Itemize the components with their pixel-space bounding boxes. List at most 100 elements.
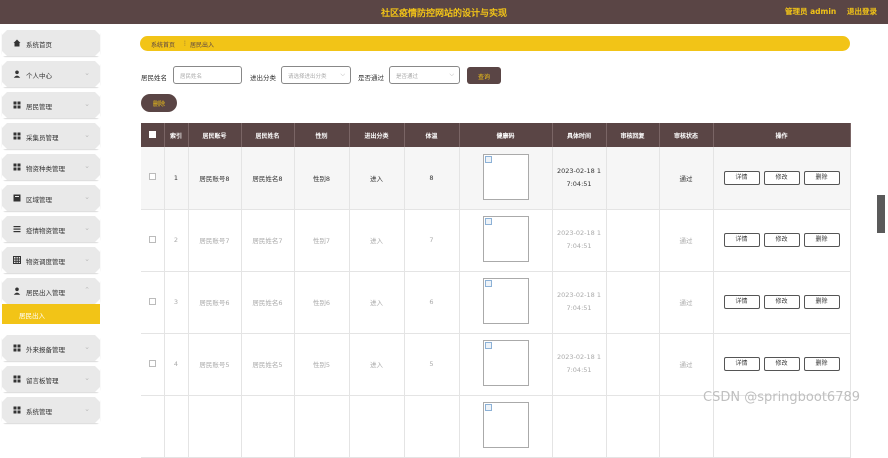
sidebar-item-label: 外来报备管理 (26, 346, 65, 354)
chevron-down-icon: ⌵ (340, 71, 345, 78)
breadcrumb-root[interactable]: 系统首页 (151, 40, 175, 49)
column-header: 居民姓名 (241, 123, 295, 147)
sidebar-item[interactable]: 疫情物资管理 ⌄ (2, 216, 100, 242)
edit-button[interactable]: 修改 (763, 170, 800, 185)
health-code-image (482, 153, 529, 200)
chevron-down-icon: ⌄ (84, 100, 90, 108)
sidebar-item[interactable]: 留言板管理 ⌄ (2, 366, 100, 392)
row-checkbox[interactable] (148, 297, 156, 305)
sidebar-item[interactable]: 个人中心 ⌄ (2, 61, 100, 87)
health-code-image (482, 340, 529, 386)
table-row[interactable]: 3 居民账号6 居民姓名6 性别6 进入 6 2023-02-18 1 7:04:51 通过 详情… (141, 271, 851, 334)
table-row[interactable]: 2 居民账号7 居民姓名7 性别7 进入 7 2023-02-18 1 7:04:51 通过 详情… (141, 209, 851, 272)
time-clock: 7:04:51 (566, 304, 592, 312)
sidebar-item[interactable]: 系统管理 ⌄ (2, 397, 100, 423)
select-all-header[interactable] (141, 123, 165, 147)
sidebar-item-label: 居民管理 (26, 103, 52, 111)
edit-button[interactable]: 修改 (763, 233, 800, 247)
row-select-cell (141, 395, 165, 458)
time-date: 2023-02-18 1 (557, 291, 601, 299)
chevron-down-icon: ⌄ (84, 162, 90, 170)
detail-button[interactable]: 详情 (723, 170, 760, 185)
sidebar-item-label: 物资调度管理 (26, 258, 65, 266)
breadcrumb-current: 居民出入 (190, 42, 215, 49)
type-select[interactable]: 请选择进出分类 ⌵ (281, 66, 351, 84)
actions-cell: 详情 修改 删除 (713, 147, 851, 210)
account-cell: 居民账号7 (188, 209, 242, 272)
scrollbar-thumb[interactable] (877, 195, 885, 233)
search-button[interactable]: 查询 (467, 67, 501, 84)
name-cell (241, 395, 295, 458)
sidebar-subitem-active[interactable]: 居民出入 (2, 304, 100, 324)
logout-link[interactable]: 退出登录 (847, 6, 877, 17)
reply-cell (606, 395, 660, 458)
grid-icon (13, 344, 21, 352)
row-checkbox[interactable] (148, 235, 156, 243)
sidebar-item[interactable]: 物资种类管理 ⌄ (2, 154, 100, 180)
delete-button[interactable]: 删除 (803, 357, 840, 371)
temperature-cell: 8 (404, 147, 460, 210)
table-row[interactable]: 1 居民账号8 居民姓名8 性别8 进入 8 2023-02-18 1 7:04:51 通过 详情… (141, 147, 851, 210)
column-header: 性别 (294, 123, 350, 147)
column-header: 操作 (713, 123, 851, 147)
sidebar-item[interactable]: 系统首页 (2, 30, 100, 56)
detail-button[interactable]: 详情 (723, 295, 760, 309)
sidebar-item-label: 留言板管理 (26, 377, 59, 385)
index-cell: 3 (164, 271, 189, 334)
type-cell: 进入 (349, 147, 405, 210)
select-all-checkbox[interactable] (148, 130, 156, 138)
sidebar-item[interactable]: 居民管理 ⌄ (2, 92, 100, 118)
sidebar-item[interactable]: 物资调度管理 ⌄ (2, 247, 100, 273)
pass-placeholder: 是否通过 (396, 74, 419, 80)
row-checkbox[interactable] (148, 173, 156, 181)
time-clock: 7:04:51 (566, 366, 592, 374)
name-input[interactable]: 居民姓名 (173, 66, 242, 84)
status-cell: 通过 (659, 333, 714, 396)
gender-cell: 性别5 (294, 333, 350, 396)
sidebar-item[interactable]: 居民出入管理 ⌃ (2, 278, 100, 304)
time-cell: 2023-02-18 1 7:04:51 (552, 333, 607, 396)
detail-button[interactable]: 详情 (723, 357, 760, 371)
table-row[interactable]: 4 居民账号5 居民姓名5 性别5 进入 5 2023-02-18 1 7:04:51 通过 详情… (141, 333, 851, 396)
delete-button[interactable]: 删除 (803, 295, 840, 309)
gender-cell: 性别8 (294, 147, 350, 210)
user-icon (13, 287, 21, 295)
temperature-cell: 6 (404, 271, 460, 334)
sidebar-item-label: 个人中心 (26, 72, 52, 80)
delete-button[interactable]: 删除 (803, 233, 840, 247)
account-cell: 居民账号5 (188, 333, 242, 396)
column-header: 健康码 (459, 123, 553, 147)
broken-image-icon (484, 404, 492, 411)
admin-label[interactable]: 管理员 admin (785, 6, 836, 17)
time-date: 2023-02-18 1 (557, 353, 601, 361)
grid-icon (13, 132, 21, 140)
column-header: 审核回复 (606, 123, 660, 147)
edit-button[interactable]: 修改 (763, 357, 800, 371)
pass-label: 是否通过 (358, 74, 384, 82)
actions-cell: 详情 修改 删除 (713, 209, 851, 272)
time-clock: 7:04:51 (566, 242, 592, 250)
sidebar-item[interactable]: 外来报备管理 ⌄ (2, 335, 100, 361)
type-cell (349, 395, 405, 458)
top-bar: 社区疫情防控网站的设计与实现 管理员 admin 退出登录 (0, 0, 888, 24)
row-checkbox[interactable] (148, 359, 156, 367)
batch-delete-button[interactable]: 删除 (141, 94, 177, 112)
delete-button[interactable]: 删除 (803, 170, 840, 185)
broken-image-icon (484, 342, 492, 349)
status-cell: 通过 (659, 209, 714, 272)
type-label: 进出分类 (250, 74, 276, 82)
grid-icon (13, 375, 21, 383)
type-cell: 进入 (349, 209, 405, 272)
edit-button[interactable]: 修改 (763, 295, 800, 309)
box-icon (13, 194, 21, 202)
index-cell: 1 (164, 147, 189, 210)
row-select-cell (141, 271, 165, 334)
detail-button[interactable]: 详情 (723, 233, 760, 247)
sidebar-item[interactable]: 采集员管理 ⌄ (2, 123, 100, 149)
table-icon (13, 256, 21, 264)
gender-cell: 性别7 (294, 209, 350, 272)
pass-select[interactable]: 是否通过 ⌵ (389, 66, 460, 84)
sidebar-item-label: 物资种类管理 (26, 165, 65, 173)
sidebar-item[interactable]: 区域管理 ⌄ (2, 185, 100, 211)
account-cell: 居民账号6 (188, 271, 242, 334)
